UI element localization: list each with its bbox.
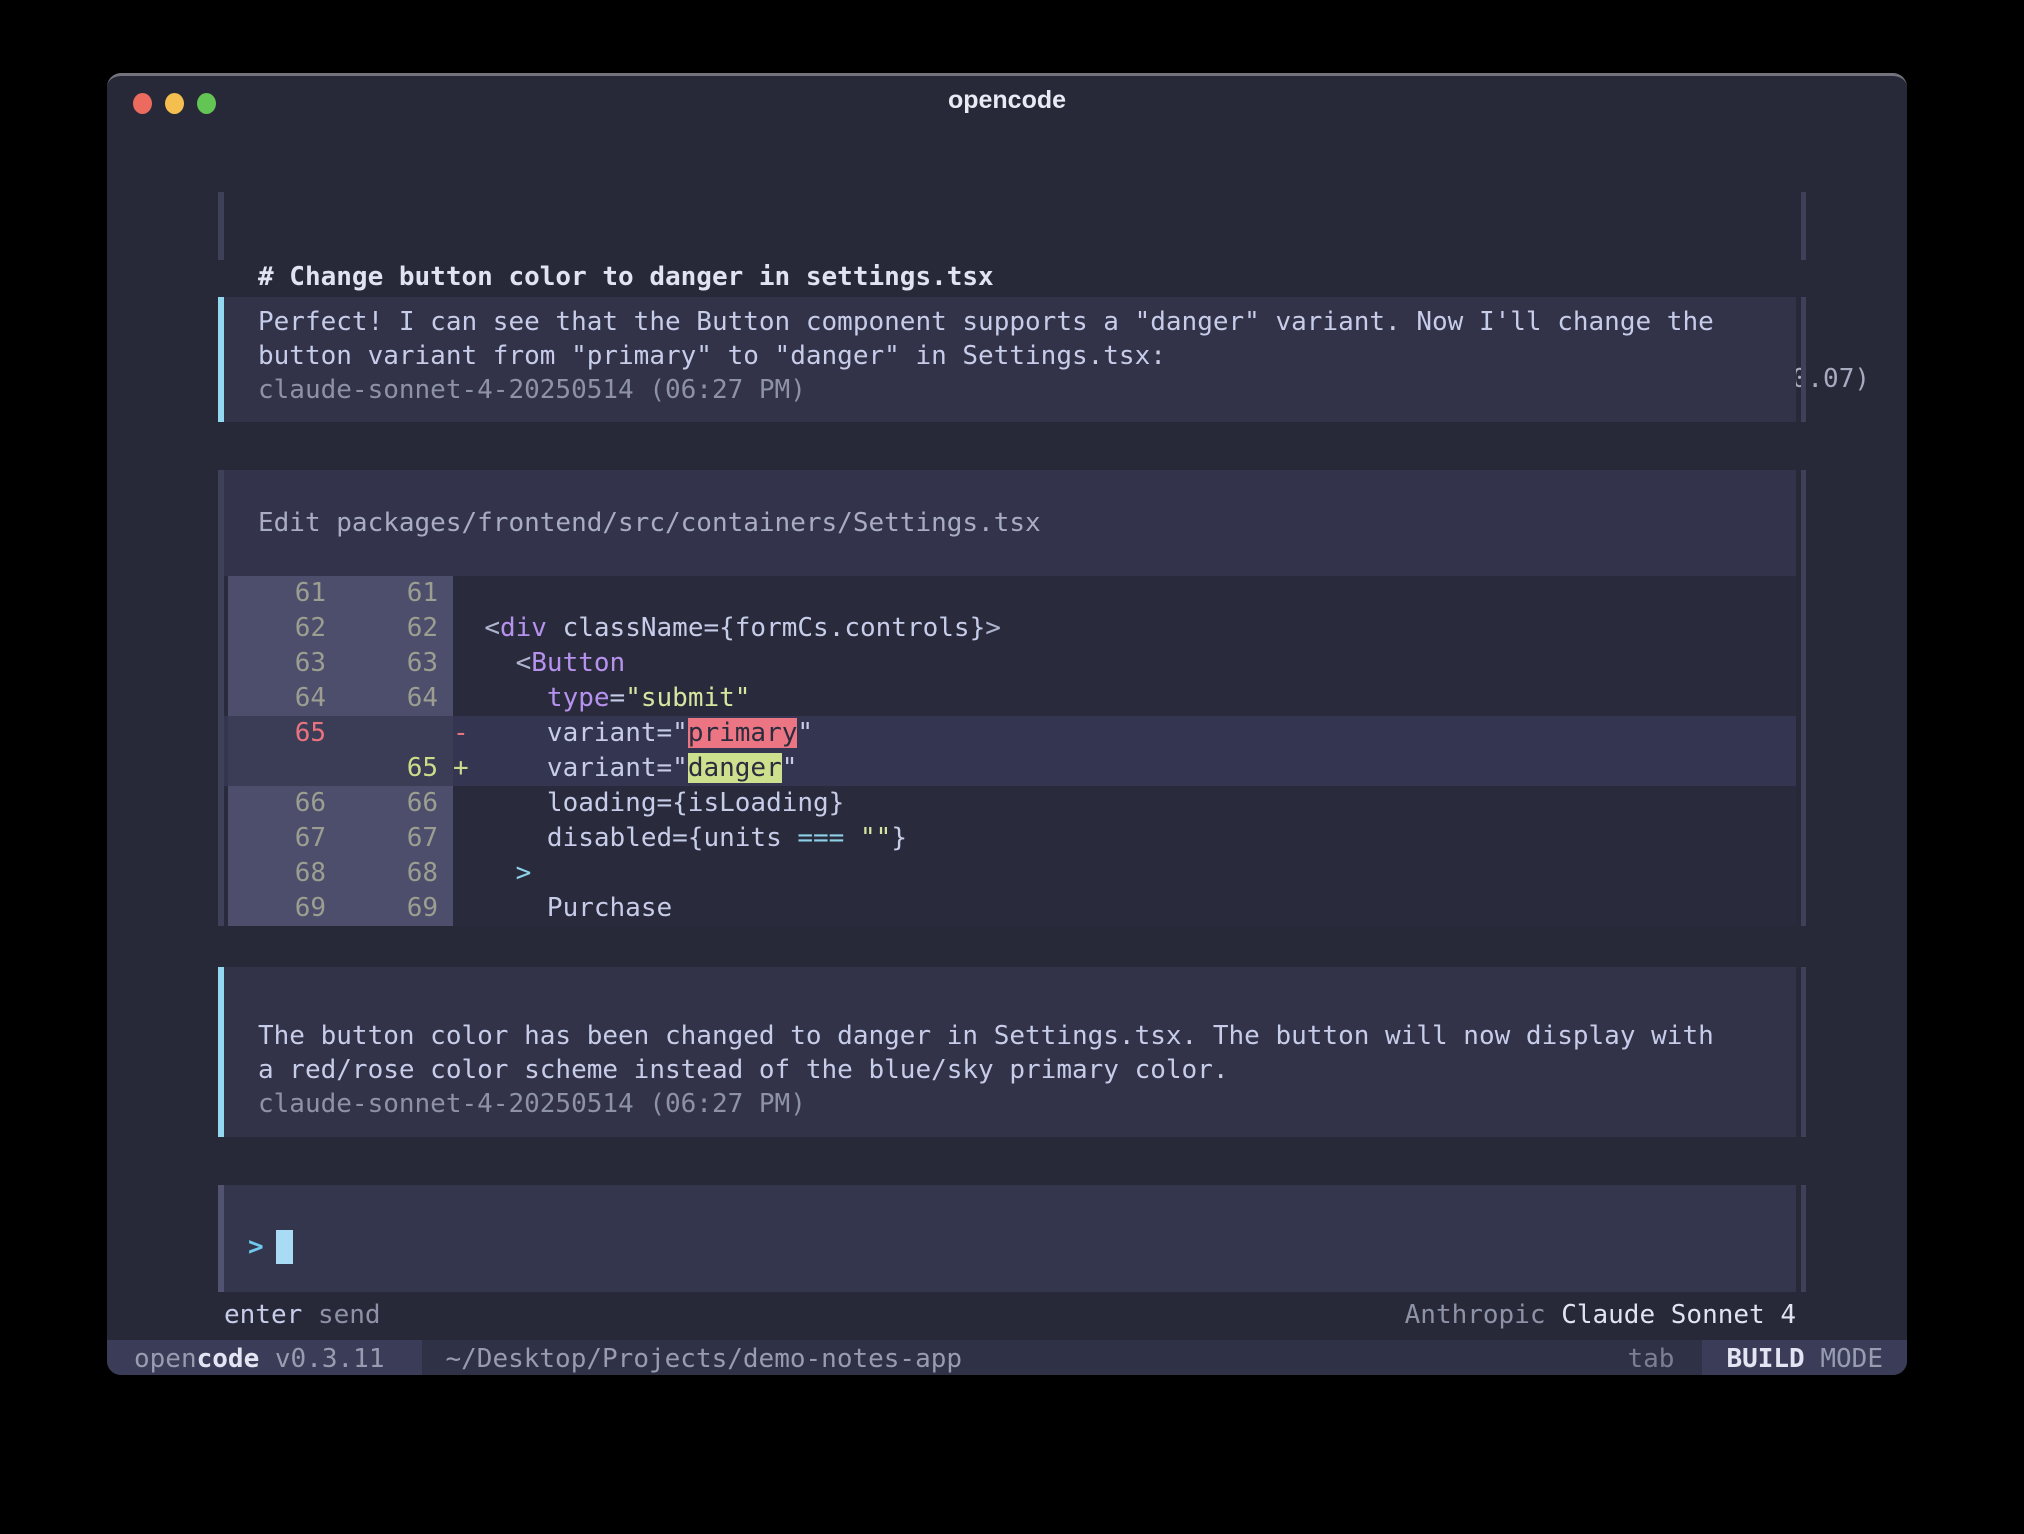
desktop-background: opencode # Change button color to danger… <box>0 0 2024 1534</box>
app-version-segment: opencode v0.3.11 <box>107 1340 422 1375</box>
diff-row: 6262 <div className={formCs.controls}> <box>224 611 1796 646</box>
diff-row: 6767 disabled={units === ""} <box>224 821 1796 856</box>
diff-row: 65+ variant="danger" <box>224 751 1796 786</box>
header-left-rule <box>218 192 224 260</box>
status-bar: opencode v0.3.11 ~/Desktop/Projects/demo… <box>107 1340 1907 1375</box>
gutter-old-line-number: 68 <box>228 856 340 891</box>
app-name-open: open <box>134 1340 197 1375</box>
edit-tool-block: Edit packages/frontend/src/containers/Se… <box>224 470 1796 926</box>
gutter-new-line-number: 67 <box>340 821 453 856</box>
diff-code-line: type="submit" <box>453 681 750 716</box>
diff-row: 65 - variant="primary" <box>224 716 1796 751</box>
model-label: Claude Sonnet 4 <box>1561 1298 1796 1332</box>
edit-file-path: Edit packages/frontend/src/containers/Se… <box>224 470 1796 576</box>
diff-code-line: - variant="primary" <box>453 716 813 751</box>
opencode-window: opencode # Change button color to danger… <box>107 73 1907 1375</box>
gutter-new-line-number: 63 <box>340 646 453 681</box>
text-cursor <box>276 1230 293 1264</box>
diff-code-line: loading={isLoading} <box>453 786 844 821</box>
assistant-message: Perfect! I can see that the Button compo… <box>224 297 1796 422</box>
window-title: opencode <box>107 86 1907 115</box>
diff-code-line: + variant="danger" <box>453 751 797 786</box>
diff-row: 6666 loading={isLoading} <box>224 786 1796 821</box>
gutter-old-line-number: 67 <box>228 821 340 856</box>
gutter-new-line-number: 61 <box>340 576 453 611</box>
gutter-old-line-number: 64 <box>228 681 340 716</box>
diff-row: 6464 type="submit" <box>224 681 1796 716</box>
diff-row: 6969 Purchase <box>224 891 1796 926</box>
mode-toggle[interactable]: BUILD MODE <box>1702 1340 1907 1375</box>
window-titlebar[interactable]: opencode <box>107 76 1907 132</box>
diff-code-line: disabled={units === ""} <box>453 821 907 856</box>
message-line: a red/rose color scheme instead of the b… <box>258 1053 1796 1087</box>
gutter-new-line-number: 64 <box>340 681 453 716</box>
message-line: button variant from "primary" to "danger… <box>258 339 1796 373</box>
assistant-message: The button color has been changed to dan… <box>224 967 1796 1137</box>
message-scroll-mark <box>1801 297 1806 422</box>
gutter-new-line-number: 65 <box>340 751 453 786</box>
gutter-old-line-number: 62 <box>228 611 340 646</box>
message-line: The button color has been changed to dan… <box>258 1019 1796 1053</box>
gutter-old-line-number: 65 <box>228 716 340 751</box>
gutter-old-line-number: 61 <box>228 576 340 611</box>
app-version: v0.3.11 <box>275 1340 385 1375</box>
hint-row: enter send Anthropic Claude Sonnet 4 <box>224 1298 1796 1332</box>
gutter-old-line-number: 63 <box>228 646 340 681</box>
gutter-new-line-number: 62 <box>340 611 453 646</box>
provider-label: Anthropic <box>1405 1298 1546 1332</box>
working-directory: ~/Desktop/Projects/demo-notes-app <box>445 1340 962 1375</box>
gutter-old-line-number <box>228 751 340 786</box>
diff-code-line: <div className={formCs.controls}> <box>453 611 1001 646</box>
message-meta: claude-sonnet-4-20250514 (06:27 PM) <box>258 1087 1796 1121</box>
tab-key-hint: tab <box>1627 1340 1674 1375</box>
prompt-input[interactable]: > <box>224 1185 1796 1292</box>
gutter-new-line-number <box>340 716 453 751</box>
prompt-chevron: > <box>248 1232 264 1262</box>
diff-code-line: <Button <box>453 646 625 681</box>
diff-scroll-mark <box>1801 470 1806 926</box>
gutter-old-line-number: 66 <box>228 786 340 821</box>
input-scroll-mark <box>1801 1185 1806 1292</box>
diff-code-line: > <box>453 856 531 891</box>
diff-code: 61616262 <div className={formCs.controls… <box>224 576 1796 926</box>
gutter-old-line-number: 69 <box>228 891 340 926</box>
gutter-new-line-number: 66 <box>340 786 453 821</box>
diff-row: 6363 <Button <box>224 646 1796 681</box>
gutter-new-line-number: 68 <box>340 856 453 891</box>
app-name-code: code <box>197 1340 260 1375</box>
message-scroll-mark <box>1801 967 1806 1137</box>
mode-key: BUILD <box>1726 1340 1804 1375</box>
enter-key-hint: enter <box>224 1298 302 1332</box>
diff-row: 6868 > <box>224 856 1796 891</box>
diff-code-line: Purchase <box>453 891 672 926</box>
send-action-hint: send <box>318 1298 381 1332</box>
message-meta: claude-sonnet-4-20250514 (06:27 PM) <box>258 373 1796 407</box>
session-title: # Change button color to danger in setti… <box>258 260 1870 294</box>
diff-row: 6161 <box>224 576 1796 611</box>
mode-label: MODE <box>1820 1340 1883 1375</box>
message-line: Perfect! I can see that the Button compo… <box>258 305 1796 339</box>
gutter-new-line-number: 69 <box>340 891 453 926</box>
